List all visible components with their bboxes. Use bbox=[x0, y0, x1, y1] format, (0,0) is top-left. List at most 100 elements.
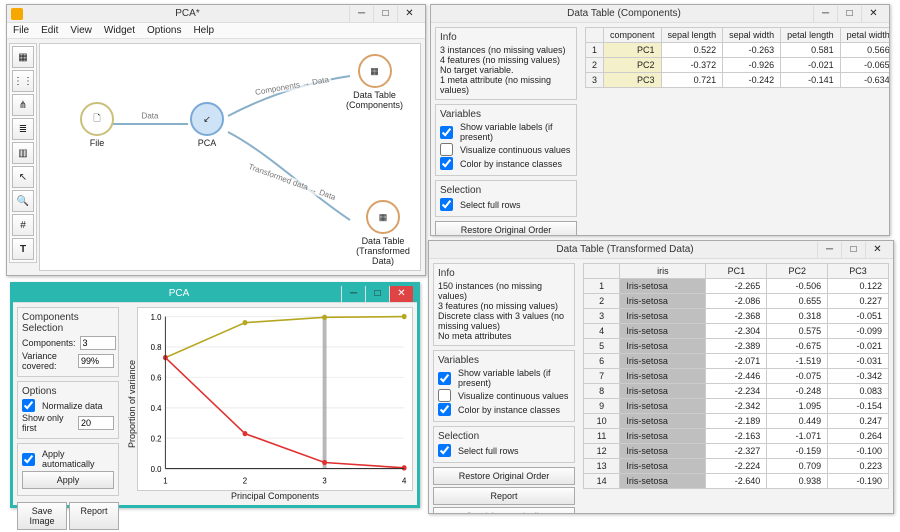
show-first-input[interactable] bbox=[78, 416, 114, 430]
tool-grid-icon[interactable]: # bbox=[12, 214, 34, 236]
svg-text:1: 1 bbox=[163, 476, 168, 485]
scree-plot[interactable]: 0.00.20.40.60.81.01234 bbox=[137, 307, 413, 491]
workflow-canvas[interactable]: Data Components → Data Transformed data … bbox=[39, 43, 421, 271]
minimize-button[interactable]: ─ bbox=[813, 6, 837, 22]
dtt-sel-panel: Selection Select full rows bbox=[433, 426, 575, 463]
tool-text-icon[interactable]: T bbox=[12, 238, 34, 260]
show-labels-checkbox[interactable] bbox=[440, 126, 453, 139]
maximize-button[interactable]: □ bbox=[365, 286, 389, 302]
svg-text:0.4: 0.4 bbox=[151, 404, 162, 413]
pca-widget-window: PCA ─ □ ✕ Components Selection Component… bbox=[10, 282, 420, 508]
sel-header: Selection bbox=[438, 431, 570, 442]
visualize-checkbox[interactable] bbox=[440, 143, 453, 156]
dtc-titlebar[interactable]: Data Table (Components) ─ □ ✕ bbox=[431, 5, 889, 23]
maximize-button[interactable]: □ bbox=[841, 242, 865, 258]
pca-titlebar[interactable]: PCA ─ □ ✕ bbox=[13, 285, 417, 303]
components-table[interactable]: componentsepal lengthsepal widthpetal le… bbox=[585, 27, 889, 88]
svg-text:0.0: 0.0 bbox=[151, 464, 162, 473]
visualize-checkbox[interactable] bbox=[438, 389, 451, 402]
visualize-label: Visualize continuous values bbox=[458, 391, 570, 401]
menu-help[interactable]: Help bbox=[193, 25, 214, 36]
apply-button[interactable]: Apply bbox=[22, 471, 114, 489]
main-titlebar[interactable]: PCA* ─ □ ✕ bbox=[7, 5, 425, 23]
close-button[interactable]: ✕ bbox=[861, 6, 885, 22]
minimize-button[interactable]: ─ bbox=[817, 242, 841, 258]
pca-icon: ↙ bbox=[203, 114, 211, 125]
color-label: Color by instance classes bbox=[458, 405, 570, 415]
info-line: 1 meta attribute (no missing values) bbox=[440, 75, 572, 95]
dtt-titlebar[interactable]: Data Table (Transformed Data) ─ □ ✕ bbox=[429, 241, 893, 259]
file-node[interactable]: 🗋 File bbox=[80, 102, 114, 148]
menu-file[interactable]: File bbox=[13, 25, 29, 36]
table-icon: ▦ bbox=[370, 66, 379, 77]
edge-data-label: Data bbox=[140, 112, 161, 121]
variance-input[interactable] bbox=[78, 354, 114, 368]
menu-edit[interactable]: Edit bbox=[41, 25, 58, 36]
report-button[interactable]: Report bbox=[69, 502, 119, 530]
pca-node[interactable]: ↙ PCA bbox=[190, 102, 224, 148]
restore-order-button[interactable]: Restore Original Order bbox=[433, 467, 575, 485]
maximize-button[interactable]: □ bbox=[373, 6, 397, 22]
save-image-button[interactable]: Save Image bbox=[17, 502, 67, 530]
svg-text:2: 2 bbox=[243, 476, 248, 485]
apply-auto-checkbox[interactable] bbox=[22, 453, 35, 466]
show-labels-label: Show variable labels (if present) bbox=[458, 368, 570, 388]
tool-zoom-icon[interactable]: 🔍 bbox=[12, 190, 34, 212]
maximize-button[interactable]: □ bbox=[837, 6, 861, 22]
transformed-table[interactable]: irisPC1PC2PC31Iris-setosa-2.265-0.5060.1… bbox=[583, 263, 889, 489]
tool-arrow-icon[interactable]: ↖ bbox=[12, 166, 34, 188]
dtt-title: Data Table (Transformed Data) bbox=[433, 244, 817, 255]
color-checkbox[interactable] bbox=[440, 157, 453, 170]
full-rows-checkbox[interactable] bbox=[438, 444, 451, 457]
show-labels-checkbox[interactable] bbox=[438, 372, 451, 385]
dtc-info-panel: Info 3 instances (no missing values) 4 f… bbox=[435, 27, 577, 100]
full-rows-label: Select full rows bbox=[460, 200, 572, 210]
send-auto-button[interactable]: Send Automatically bbox=[433, 507, 575, 513]
color-checkbox[interactable] bbox=[438, 403, 451, 416]
visualize-label: Visualize continuous values bbox=[460, 145, 572, 155]
widget-toolbar: ▦ ⋮⋮ ⋔ ≣ ▥ ↖ 🔍 # T bbox=[9, 43, 37, 263]
info-line: 4 features (no missing values) bbox=[440, 55, 572, 65]
tool-hist-icon[interactable]: ▥ bbox=[12, 142, 34, 164]
tool-data-icon[interactable]: ▦ bbox=[12, 46, 34, 68]
svg-text:1.0: 1.0 bbox=[151, 312, 162, 321]
edge-transformed-label: Transformed data → Data bbox=[245, 161, 338, 202]
menu-widget[interactable]: Widget bbox=[104, 25, 135, 36]
full-rows-checkbox[interactable] bbox=[440, 198, 453, 211]
apply-auto-label: Apply automatically bbox=[42, 449, 114, 469]
datatable-transformed-node[interactable]: ▦ Data Table (Transformed Data) bbox=[346, 200, 420, 266]
svg-text:0.6: 0.6 bbox=[151, 373, 162, 382]
svg-text:3: 3 bbox=[322, 476, 327, 485]
dtc-title: Data Table (Components) bbox=[435, 8, 813, 19]
tool-tree-icon[interactable]: ⋔ bbox=[12, 94, 34, 116]
normalize-checkbox[interactable] bbox=[22, 399, 35, 412]
dtc-sel-panel: Selection Select full rows bbox=[435, 180, 577, 217]
restore-order-button[interactable]: Restore Original Order bbox=[435, 221, 577, 235]
minimize-button[interactable]: ─ bbox=[349, 6, 373, 22]
dtt-info-header: Info bbox=[438, 268, 570, 279]
components-selection-panel: Components Selection Components: Varianc… bbox=[17, 307, 119, 377]
ylabel: Proportion of variance bbox=[127, 307, 137, 501]
vars-header: Variables bbox=[440, 109, 572, 120]
menu-options[interactable]: Options bbox=[147, 25, 181, 36]
full-rows-label: Select full rows bbox=[458, 446, 570, 456]
minimize-button[interactable]: ─ bbox=[341, 286, 365, 302]
components-input[interactable] bbox=[80, 336, 116, 350]
variance-label: Variance covered: bbox=[22, 351, 74, 371]
apply-panel: Apply automatically Apply bbox=[17, 443, 119, 496]
table-icon: ▦ bbox=[379, 212, 388, 223]
pca-title: PCA bbox=[17, 288, 341, 299]
menu-view[interactable]: View bbox=[70, 25, 92, 36]
datatable-components-node[interactable]: ▦ Data Table (Components) bbox=[346, 54, 403, 110]
tool-scatter-icon[interactable]: ⋮⋮ bbox=[12, 70, 34, 92]
close-button[interactable]: ✕ bbox=[397, 6, 421, 22]
edge-components-label: Components → Data bbox=[252, 75, 331, 98]
main-window: PCA* ─ □ ✕ File Edit View Widget Options… bbox=[6, 4, 426, 276]
close-button[interactable]: ✕ bbox=[865, 242, 889, 258]
report-button[interactable]: Report bbox=[433, 487, 575, 505]
close-button[interactable]: ✕ bbox=[389, 286, 413, 302]
dtt-info-panel: Info 150 instances (no missing values) 3… bbox=[433, 263, 575, 346]
tool-dist-icon[interactable]: ≣ bbox=[12, 118, 34, 140]
options-panel: Options Normalize data Show only first bbox=[17, 381, 119, 439]
info-line: No meta attributes bbox=[438, 331, 570, 341]
